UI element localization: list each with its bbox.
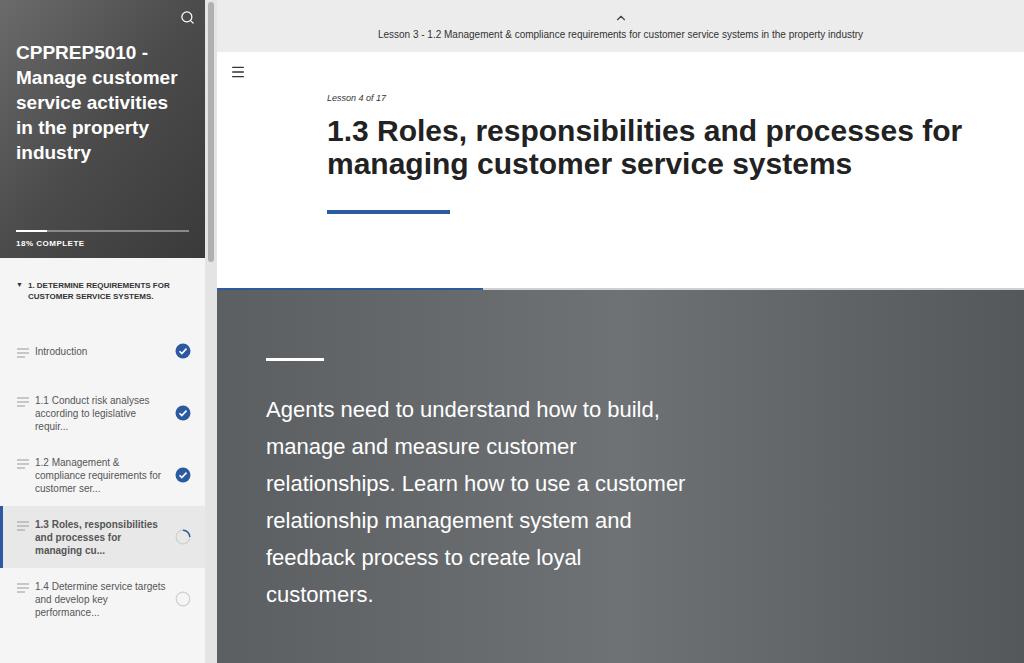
complete-check-icon (175, 467, 191, 483)
not-started-icon (175, 591, 191, 607)
course-header: CPPREP5010 - Manage customer service act… (0, 0, 205, 258)
progress-label: 18% COMPLETE (16, 238, 189, 250)
previous-lesson-title: Lesson 3 - 1.2 Management & compliance r… (378, 27, 863, 42)
lesson-lines-icon (17, 521, 29, 531)
progress-track (16, 230, 189, 232)
hero-banner: Agents need to understand how to build, … (217, 290, 1024, 663)
in-progress-icon (175, 529, 191, 545)
lesson-label: 1.3 Roles, responsibilities and processe… (35, 518, 169, 557)
menu-icon[interactable] (230, 64, 246, 80)
chevron-up-icon[interactable] (614, 11, 628, 25)
lesson-item[interactable]: 1.4 Determine service targets and develo… (0, 568, 205, 630)
section-toggle[interactable]: ▼ (16, 280, 23, 302)
section-heading[interactable]: ▼1. DETERMINE REQUIREMENTS FOR CUSTOMER … (0, 258, 205, 320)
title-underline (327, 210, 450, 214)
lesson-label: 1.1 Conduct risk analyses according to l… (35, 394, 169, 433)
app: CPPREP5010 - Manage customer service act… (0, 0, 1024, 663)
lesson-lines-icon (17, 583, 29, 593)
progress-fill (16, 230, 47, 232)
lesson-label: 1.2 Management & compliance requirements… (35, 456, 169, 495)
course-title: CPPREP5010 - Manage customer service act… (16, 40, 189, 165)
lesson-label: 1.4 Determine service targets and develo… (35, 580, 169, 619)
section-title: 1. DETERMINE REQUIREMENTS FOR CUSTOMER S… (28, 280, 189, 302)
hero-rule (266, 358, 324, 361)
lesson-title: 1.3 Roles, responsibilities and processe… (327, 114, 1007, 180)
lesson-label: Introduction (35, 345, 87, 358)
sidebar: CPPREP5010 - Manage customer service act… (0, 0, 205, 663)
lesson-item[interactable]: 1.3 Roles, responsibilities and processe… (0, 506, 205, 568)
lesson-item[interactable]: 1.1 Conduct risk analyses according to l… (0, 382, 205, 444)
scrollbar-thumb[interactable] (208, 2, 214, 262)
previous-lesson-bar[interactable]: Lesson 3 - 1.2 Management & compliance r… (217, 0, 1024, 52)
lesson-item[interactable]: 1.2 Management & compliance requirements… (0, 444, 205, 506)
complete-check-icon (175, 405, 191, 421)
complete-check-icon (175, 343, 191, 359)
lesson-header: Lesson 4 of 17 1.3 Roles, responsibilitie… (217, 52, 1024, 288)
lesson-lines-icon (17, 348, 29, 358)
course-progress: 18% COMPLETE (16, 230, 189, 250)
lesson-list: Introduction 1.1 Conduct risk analyses ac… (0, 320, 205, 630)
main-content: Lesson 3 - 1.2 Management & compliance r… (217, 0, 1024, 663)
lesson-lines-icon (17, 459, 29, 469)
lesson-item[interactable]: Introduction (0, 320, 205, 382)
lesson-lines-icon (17, 397, 29, 407)
hero-text: Agents need to understand how to build, … (266, 391, 686, 613)
lesson-counter: Lesson 4 of 17 (327, 92, 1007, 106)
search-icon[interactable] (180, 10, 195, 25)
sidebar-scrollbar[interactable] (205, 0, 217, 663)
